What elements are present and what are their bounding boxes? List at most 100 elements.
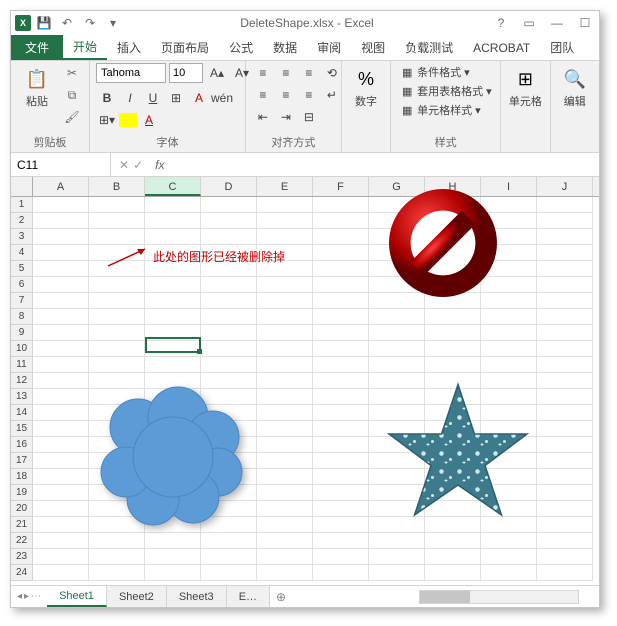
fx-label[interactable]: fx: [151, 158, 168, 172]
redo-icon[interactable]: ↷: [80, 13, 100, 33]
find-button[interactable]: 🔍 编辑: [557, 63, 593, 109]
conditional-format-button[interactable]: ▦ 条件格式▾: [397, 63, 473, 81]
sheet-nav-more-icon[interactable]: ⋯: [31, 591, 41, 602]
align-bottom-icon[interactable]: ≡: [298, 63, 320, 83]
column-header[interactable]: F: [313, 177, 369, 196]
align-right-icon[interactable]: ≡: [298, 85, 320, 105]
column-header[interactable]: E: [257, 177, 313, 196]
cut-icon[interactable]: ✂: [61, 63, 83, 83]
row-header[interactable]: 5: [11, 261, 32, 277]
row-header[interactable]: 15: [11, 421, 32, 437]
sheet-tab-1[interactable]: Sheet1: [47, 586, 107, 607]
row-header[interactable]: 7: [11, 293, 32, 309]
tab-team[interactable]: 团队: [540, 35, 584, 60]
tab-acrobat[interactable]: ACROBAT: [463, 35, 540, 60]
align-center-icon[interactable]: ≡: [275, 85, 297, 105]
font-color-large-icon[interactable]: A: [188, 88, 210, 108]
tab-review[interactable]: 审阅: [307, 35, 351, 60]
minimize-button[interactable]: —: [547, 13, 567, 33]
font-size-select[interactable]: 10: [169, 63, 203, 83]
align-left-icon[interactable]: ≡: [252, 85, 274, 105]
row-header[interactable]: 3: [11, 229, 32, 245]
row-header[interactable]: 19: [11, 485, 32, 501]
row-header[interactable]: 1: [11, 197, 32, 213]
paste-button[interactable]: 📋 粘贴: [17, 63, 57, 109]
tab-insert[interactable]: 插入: [107, 35, 151, 60]
grow-font-icon[interactable]: A▴: [206, 63, 228, 83]
row-header[interactable]: 9: [11, 325, 32, 341]
border-button[interactable]: ⊞: [165, 88, 187, 108]
sheet-nav-prev-icon[interactable]: ◂: [17, 591, 22, 602]
save-icon[interactable]: 💾: [34, 13, 54, 33]
new-sheet-button[interactable]: ⊕: [270, 590, 292, 604]
tab-loadtest[interactable]: 负载测试: [395, 35, 463, 60]
row-header[interactable]: 22: [11, 533, 32, 549]
tab-view[interactable]: 视图: [351, 35, 395, 60]
horizontal-scrollbar[interactable]: [292, 590, 599, 604]
row-header[interactable]: 2: [11, 213, 32, 229]
underline-button[interactable]: U: [142, 88, 164, 108]
copy-icon[interactable]: ⧉: [61, 85, 83, 105]
row-header[interactable]: 8: [11, 309, 32, 325]
row-header[interactable]: 14: [11, 405, 32, 421]
tab-home[interactable]: 开始: [63, 35, 107, 60]
ribbon-options-icon[interactable]: ▭: [519, 13, 539, 33]
row-header[interactable]: 11: [11, 357, 32, 373]
select-all-corner[interactable]: [11, 177, 33, 197]
cloud-shape[interactable]: [88, 377, 258, 540]
phonetic-icon[interactable]: wén: [211, 88, 233, 108]
format-painter-icon[interactable]: 🖌: [61, 107, 83, 127]
row-header[interactable]: 4: [11, 245, 32, 261]
number-format-button[interactable]: % 数字: [348, 63, 384, 109]
increase-indent-icon[interactable]: ⇥: [275, 107, 297, 127]
row-header[interactable]: 16: [11, 437, 32, 453]
sheet-tab-4[interactable]: E…: [227, 586, 270, 607]
align-middle-icon[interactable]: ≡: [275, 63, 297, 83]
cell-styles-button[interactable]: ▦ 单元格样式▾: [397, 101, 484, 119]
cells-button[interactable]: ⊞ 单元格: [507, 63, 543, 109]
wrap-text-icon[interactable]: ↵: [321, 85, 343, 105]
cancel-formula-icon[interactable]: ✕: [119, 158, 129, 172]
bold-button[interactable]: B: [96, 88, 118, 108]
prohibit-shape[interactable]: [383, 183, 503, 306]
row-header[interactable]: 20: [11, 501, 32, 517]
font-color-button[interactable]: A: [138, 110, 160, 130]
tab-formulas[interactable]: 公式: [219, 35, 263, 60]
column-header[interactable]: C: [145, 177, 201, 196]
tab-layout[interactable]: 页面布局: [151, 35, 219, 60]
row-header[interactable]: 21: [11, 517, 32, 533]
table-format-button[interactable]: ▦ 套用表格格式▾: [397, 82, 495, 100]
row-header[interactable]: 6: [11, 277, 32, 293]
row-header[interactable]: 18: [11, 469, 32, 485]
fill-color-button[interactable]: [119, 113, 137, 127]
column-header[interactable]: J: [537, 177, 593, 196]
name-box[interactable]: C11: [11, 153, 111, 176]
merge-icon[interactable]: ⊟: [298, 107, 320, 127]
undo-icon[interactable]: ↶: [57, 13, 77, 33]
row-header[interactable]: 12: [11, 373, 32, 389]
decrease-indent-icon[interactable]: ⇤: [252, 107, 274, 127]
row-header[interactable]: 23: [11, 549, 32, 565]
column-header[interactable]: B: [89, 177, 145, 196]
column-header[interactable]: D: [201, 177, 257, 196]
row-header[interactable]: 13: [11, 389, 32, 405]
file-tab[interactable]: 文件: [11, 35, 63, 60]
tab-data[interactable]: 数据: [263, 35, 307, 60]
row-header[interactable]: 17: [11, 453, 32, 469]
star-shape[interactable]: [383, 377, 533, 530]
border-dropdown-icon[interactable]: ⊞▾: [96, 110, 118, 130]
sheet-nav-next-icon[interactable]: ▸: [24, 591, 29, 602]
help-icon[interactable]: ?: [491, 13, 511, 33]
column-header[interactable]: A: [33, 177, 89, 196]
qat-dropdown-icon[interactable]: ▾: [103, 13, 123, 33]
row-header[interactable]: 10: [11, 341, 32, 357]
row-header[interactable]: 24: [11, 565, 32, 581]
accept-formula-icon[interactable]: ✓: [133, 158, 143, 172]
font-name-select[interactable]: Tahoma: [96, 63, 166, 83]
italic-button[interactable]: I: [119, 88, 141, 108]
maximize-button[interactable]: ☐: [575, 13, 595, 33]
sheet-tab-2[interactable]: Sheet2: [107, 586, 167, 607]
orientation-icon[interactable]: ⟲: [321, 63, 343, 83]
align-top-icon[interactable]: ≡: [252, 63, 274, 83]
sheet-tab-3[interactable]: Sheet3: [167, 586, 227, 607]
